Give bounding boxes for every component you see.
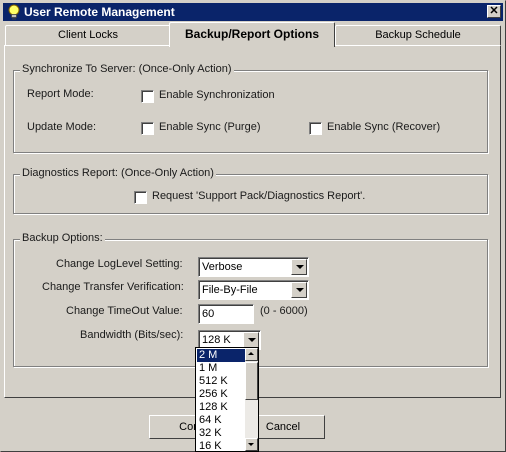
scroll-thumb[interactable] xyxy=(245,362,258,400)
backup-options-title: Backup Options: xyxy=(20,232,105,244)
transfer-verification-value: File-By-File xyxy=(202,284,258,296)
dropdown-button[interactable] xyxy=(291,282,307,298)
diagnostics-groupbox: Diagnostics Report: (Once-Only Action) R… xyxy=(13,167,488,214)
timeout-input[interactable]: 60 xyxy=(198,304,254,324)
dropdown-option[interactable]: 16 K xyxy=(197,440,245,451)
dropdown-scrollbar[interactable] xyxy=(245,348,258,451)
enable-sync-label[interactable]: Enable Synchronization xyxy=(159,89,275,101)
chevron-down-icon xyxy=(248,338,256,342)
timeout-range-hint: (0 - 6000) xyxy=(260,305,308,317)
lightbulb-icon xyxy=(8,4,20,20)
loglevel-value: Verbose xyxy=(202,261,243,273)
chevron-down-icon xyxy=(296,288,304,292)
close-button[interactable]: ✕ xyxy=(487,5,501,18)
dropdown-button[interactable] xyxy=(243,332,259,348)
dropdown-option[interactable]: 32 K xyxy=(197,427,245,440)
title-bar[interactable]: User Remote Management ✕ xyxy=(3,3,503,21)
tab-label: Client Locks xyxy=(58,29,118,41)
sync-purge-label[interactable]: Enable Sync (Purge) xyxy=(159,121,261,133)
arrow-up-icon xyxy=(248,352,254,355)
sync-recover-checkbox[interactable] xyxy=(309,122,322,135)
bandwidth-dropdown-list[interactable]: 2 M 1 M 512 K 256 K 128 K 64 K 32 K 16 K xyxy=(195,347,259,452)
transfer-verification-select[interactable]: File-By-File xyxy=(198,280,309,300)
loglevel-label: Change LogLevel Setting: xyxy=(56,258,183,270)
tab-label: Backup/Report Options xyxy=(184,27,319,41)
window-title: User Remote Management xyxy=(24,5,175,19)
chevron-down-icon xyxy=(296,265,304,269)
scroll-up-button[interactable] xyxy=(245,348,258,361)
tab-label: Backup Schedule xyxy=(375,29,461,41)
dropdown-option[interactable]: 2 M xyxy=(197,349,245,362)
update-mode-label: Update Mode: xyxy=(27,121,97,133)
arrow-down-icon xyxy=(248,443,254,446)
enable-sync-checkbox[interactable] xyxy=(141,90,154,103)
bandwidth-value: 128 K xyxy=(202,334,231,346)
tab-backup-schedule[interactable]: Backup Schedule xyxy=(335,25,501,45)
timeout-label: Change TimeOut Value: xyxy=(66,305,183,317)
bandwidth-label: Bandwidth (Bits/sec): xyxy=(80,329,184,341)
dropdown-option[interactable]: 64 K xyxy=(197,414,245,427)
sync-groupbox: Synchronize To Server: (Once-Only Action… xyxy=(13,63,488,153)
dropdown-option[interactable]: 512 K xyxy=(197,375,245,388)
transfer-verification-label: Change Transfer Verification: xyxy=(42,281,184,293)
dropdown-option[interactable]: 256 K xyxy=(197,388,245,401)
tab-panel: Synchronize To Server: (Once-Only Action… xyxy=(4,45,501,398)
tab-client-locks[interactable]: Client Locks xyxy=(5,25,171,45)
sync-recover-label[interactable]: Enable Sync (Recover) xyxy=(327,121,440,133)
loglevel-select[interactable]: Verbose xyxy=(198,257,309,277)
tab-backup-report-options[interactable]: Backup/Report Options xyxy=(169,22,335,47)
dropdown-button[interactable] xyxy=(291,259,307,275)
sync-group-title: Synchronize To Server: (Once-Only Action… xyxy=(20,63,234,75)
report-mode-label: Report Mode: xyxy=(27,88,94,100)
scroll-down-button[interactable] xyxy=(245,438,258,451)
diagnostics-group-title: Diagnostics Report: (Once-Only Action) xyxy=(20,167,216,179)
dropdown-option[interactable]: 128 K xyxy=(197,401,245,414)
cancel-label: Cancel xyxy=(265,421,301,433)
close-icon: ✕ xyxy=(489,5,499,17)
diagnostics-request-label[interactable]: Request 'Support Pack/Diagnostics Report… xyxy=(152,190,365,202)
dropdown-option[interactable]: 1 M xyxy=(197,362,245,375)
diagnostics-request-checkbox[interactable] xyxy=(134,191,147,204)
sync-purge-checkbox[interactable] xyxy=(141,122,154,135)
